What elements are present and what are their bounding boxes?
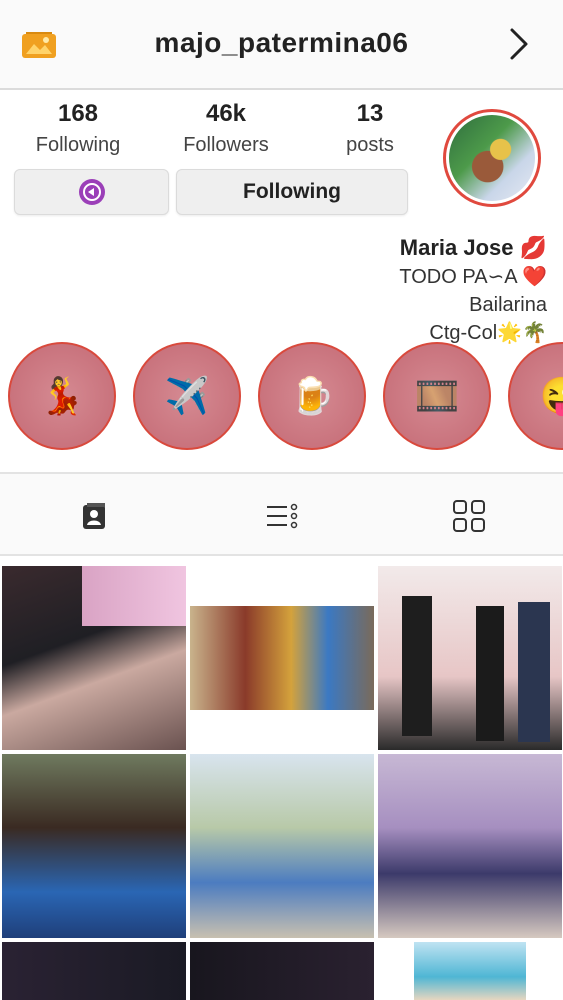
post-figure — [518, 602, 550, 742]
followers-label: Followers — [183, 134, 269, 156]
story-highlights: 💃 ✈️ 🍺 🎞️ 😜 — [0, 342, 563, 454]
film-icon: 🎞️ — [414, 375, 460, 416]
post-photo — [190, 606, 374, 710]
highlight-beer[interactable]: 🍺 — [258, 342, 366, 450]
share-icon — [78, 179, 105, 205]
post-background — [82, 566, 186, 626]
full-name: Maria Jose 💋 — [399, 235, 547, 260]
post-thumbnail[interactable] — [378, 754, 562, 938]
profile-username: majo_patermina06 — [154, 27, 409, 58]
dancer-icon: 💃 — [39, 375, 85, 416]
post-thumbnail[interactable] — [190, 566, 374, 750]
highlight-film[interactable]: 🎞️ — [383, 342, 491, 450]
stat-followers[interactable]: 46k Followers — [176, 100, 276, 157]
beer-icon: 🍺 — [289, 375, 335, 416]
airplane-icon: ✈️ — [164, 375, 210, 416]
following-count: 168 — [57, 100, 99, 127]
posts-count: 13 — [356, 100, 384, 127]
highlight-wink[interactable]: 😜 — [508, 342, 563, 450]
following-button[interactable]: Following — [176, 169, 408, 215]
top-bar: majo_patermina06 — [0, 0, 563, 90]
list-icon — [267, 503, 298, 529]
wink-face-icon: 😜 — [539, 375, 563, 416]
post-thumbnail[interactable] — [190, 754, 374, 938]
post-thumbnail[interactable] — [2, 942, 186, 1000]
post-thumbnail[interactable] — [2, 754, 186, 938]
post-figure — [476, 606, 504, 741]
post-thumbnail[interactable] — [2, 566, 186, 750]
bio-line-1: TODO PA∽A ❤️ — [399, 266, 547, 288]
chevron-right-icon[interactable] — [506, 26, 532, 62]
post-thumbnail[interactable] — [190, 942, 374, 1000]
post-thumbnail[interactable] — [378, 566, 562, 750]
tab-list[interactable] — [262, 496, 302, 536]
profile-tabs — [0, 474, 563, 556]
profile-avatar-ring[interactable] — [443, 109, 541, 207]
grid-icon — [453, 500, 485, 532]
post-thumbnail[interactable] — [378, 942, 562, 1000]
tab-tagged[interactable] — [74, 496, 114, 536]
bio-line-2: Bailarina — [469, 294, 547, 316]
avatar — [449, 115, 535, 201]
followers-count: 46k — [205, 100, 247, 127]
post-photo — [414, 942, 526, 1000]
stat-posts[interactable]: 13 posts — [330, 100, 410, 157]
profile-bio: Maria Jose 💋 TODO PA∽A ❤️ Bailarina Ctg-… — [399, 233, 547, 347]
post-figure — [402, 596, 432, 736]
highlight-airplane[interactable]: ✈️ — [133, 342, 241, 450]
posts-label: posts — [346, 134, 394, 156]
following-label: Following — [35, 134, 121, 156]
tagged-icon — [83, 503, 105, 529]
share-button[interactable] — [14, 169, 169, 215]
tab-grid[interactable] — [449, 496, 489, 536]
stat-following[interactable]: 168 Following — [30, 100, 126, 157]
highlight-dancer[interactable]: 💃 — [8, 342, 116, 450]
